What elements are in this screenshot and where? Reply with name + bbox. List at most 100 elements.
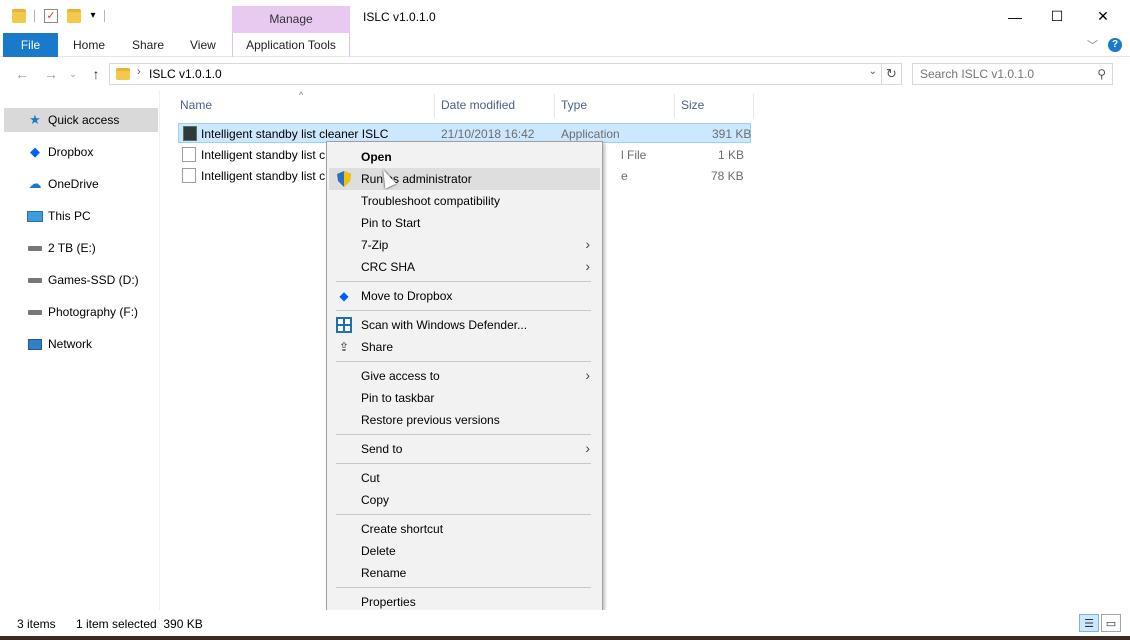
menu-item-scan-defender[interactable]: Scan with Windows Defender... [329,314,600,336]
sort-ascending-icon: ^ [299,90,304,100]
shield-icon [336,171,352,187]
ribbon-tabs: File Home Share View Application Tools ﹀… [0,33,1130,57]
menu-item-label: Pin to Start [361,216,421,230]
menu-divider [336,587,591,588]
column-divider[interactable] [674,94,675,118]
sidebar-item-label: Games-SSD (D:) [48,273,139,287]
manage-tab[interactable]: Manage [232,6,350,33]
menu-item-label: Create shortcut [361,522,444,536]
column-header-size[interactable]: Size [681,98,704,114]
menu-item-cut[interactable]: Cut [329,467,600,489]
menu-divider [336,310,591,311]
column-header-type[interactable]: Type [561,98,587,114]
menu-divider [336,514,591,515]
sidebar-item-drive-d[interactable]: Games-SSD (D:) [4,268,158,292]
menu-item-copy[interactable]: Copy [329,489,600,511]
chevron-down-icon[interactable]: ⌄ [869,66,877,77]
minimize-button[interactable]: — [992,0,1038,33]
toolbar-divider [104,10,105,22]
menu-item-give-access[interactable]: Give access to › [329,365,600,387]
back-arrow-icon[interactable]: ← [11,64,33,84]
tab-share[interactable]: Share [132,33,164,57]
sidebar-item-quick-access[interactable]: ★ Quick access [4,108,158,132]
menu-item-move-to-dropbox[interactable]: ◆ Move to Dropbox [329,285,600,307]
sidebar-item-label: OneDrive [48,177,99,191]
drive-icon [26,240,44,256]
menu-item-7zip[interactable]: 7-Zip › [329,234,600,256]
file-list: ^ Name Date modified Type Size Intellige… [161,90,1130,610]
menu-item-crc-sha[interactable]: CRC SHA › [329,256,600,278]
sidebar-item-drive-f[interactable]: Photography (F:) [4,300,158,324]
drive-icon [26,304,44,320]
sidebar-item-label: Photography (F:) [48,305,139,319]
sidebar-item-onedrive[interactable]: ☁ OneDrive [4,172,158,196]
file-name: Intelligent standby list c [201,148,326,162]
sidebar-item-label: Network [48,337,93,351]
selection-info: 1 item selected 390 KB [76,617,203,631]
sidebar-item-dropbox[interactable]: ◆ Dropbox [4,140,158,164]
file-size: 78 KB [711,169,744,183]
search-box[interactable]: ⚲ [912,63,1113,85]
details-view-icon[interactable]: ☰ [1079,614,1099,632]
tab-view[interactable]: View [190,33,216,57]
refresh-icon[interactable]: ↻ [882,63,902,85]
properties-check-icon[interactable]: ✓ [44,9,58,23]
status-bar: 3 items 1 item selected 390 KB ☰ ▭ [0,610,1130,636]
menu-item-label: Send to [361,442,403,456]
menu-item-pin-to-taskbar[interactable]: Pin to taskbar [329,387,600,409]
help-icon[interactable]: ? [1108,38,1122,52]
sidebar-item-drive-e[interactable]: 2 TB (E:) [4,236,158,260]
file-size: 391 KB [712,127,752,141]
tab-home[interactable]: Home [73,33,105,57]
menu-item-label: CRC SHA [361,260,416,274]
breadcrumb[interactable]: ISLC v1.0.1.0 [149,67,222,81]
menu-item-send-to[interactable]: Send to › [329,438,600,460]
folder-icon[interactable] [12,9,26,23]
tab-file[interactable]: File [3,33,58,57]
file-name: Intelligent standby list c [201,169,326,183]
file-date: 21/10/2018 16:42 [441,127,535,141]
monitor-icon [26,208,44,224]
column-divider[interactable] [753,94,754,118]
file-type: l File [621,148,647,162]
menu-item-share[interactable]: ⇪ Share [329,336,600,358]
sidebar-item-this-pc[interactable]: This PC [4,204,158,228]
chevron-right-icon: › [585,258,590,274]
column-header-name[interactable]: Name [180,98,212,114]
new-folder-icon[interactable] [67,9,81,23]
table-row[interactable]: Intelligent standby list cleaner ISLC 21… [178,123,751,143]
item-count: 3 items [17,617,56,631]
search-icon[interactable]: ⚲ [1097,67,1106,81]
tab-application-tools[interactable]: Application Tools [232,33,350,57]
application-icon [183,126,197,141]
menu-item-restore-versions[interactable]: Restore previous versions [329,409,600,431]
close-button[interactable]: ✕ [1080,0,1126,33]
breadcrumb-separator[interactable]: › [137,66,141,78]
search-input[interactable] [913,64,1089,84]
chevron-down-icon[interactable]: ﹀ [1087,37,1098,53]
menu-item-create-shortcut[interactable]: Create shortcut [329,518,600,540]
menu-item-pin-to-start[interactable]: Pin to Start [329,212,600,234]
menu-item-label: Scan with Windows Defender... [361,318,528,332]
menu-item-run-as-administrator[interactable]: Run as administrator [329,168,600,190]
sidebar-item-network[interactable]: Network [4,332,158,356]
column-divider[interactable] [434,94,435,118]
menu-item-troubleshoot[interactable]: Troubleshoot compatibility [329,190,600,212]
quick-access-dropdown-icon[interactable]: ▾ [86,9,100,23]
up-arrow-icon[interactable]: ↑ [85,64,107,84]
address-bar[interactable]: › ISLC v1.0.1.0 ⌄ [109,63,882,85]
column-divider[interactable] [554,94,555,118]
sidebar-item-label: 2 TB (E:) [48,241,96,255]
sidebar-item-label: This PC [48,209,91,223]
recent-dropdown-icon[interactable]: ⌄ [62,64,84,84]
column-header-date[interactable]: Date modified [441,98,515,114]
menu-item-delete[interactable]: Delete [329,540,600,562]
maximize-button[interactable]: ☐ [1034,0,1080,33]
menu-item-rename[interactable]: Rename [329,562,600,584]
drive-icon [26,272,44,288]
menu-item-open[interactable]: Open [329,146,600,168]
menu-divider [336,434,591,435]
large-icons-view-icon[interactable]: ▭ [1101,614,1121,632]
forward-arrow-icon[interactable]: → [40,64,62,84]
menu-item-label: Rename [361,566,407,580]
